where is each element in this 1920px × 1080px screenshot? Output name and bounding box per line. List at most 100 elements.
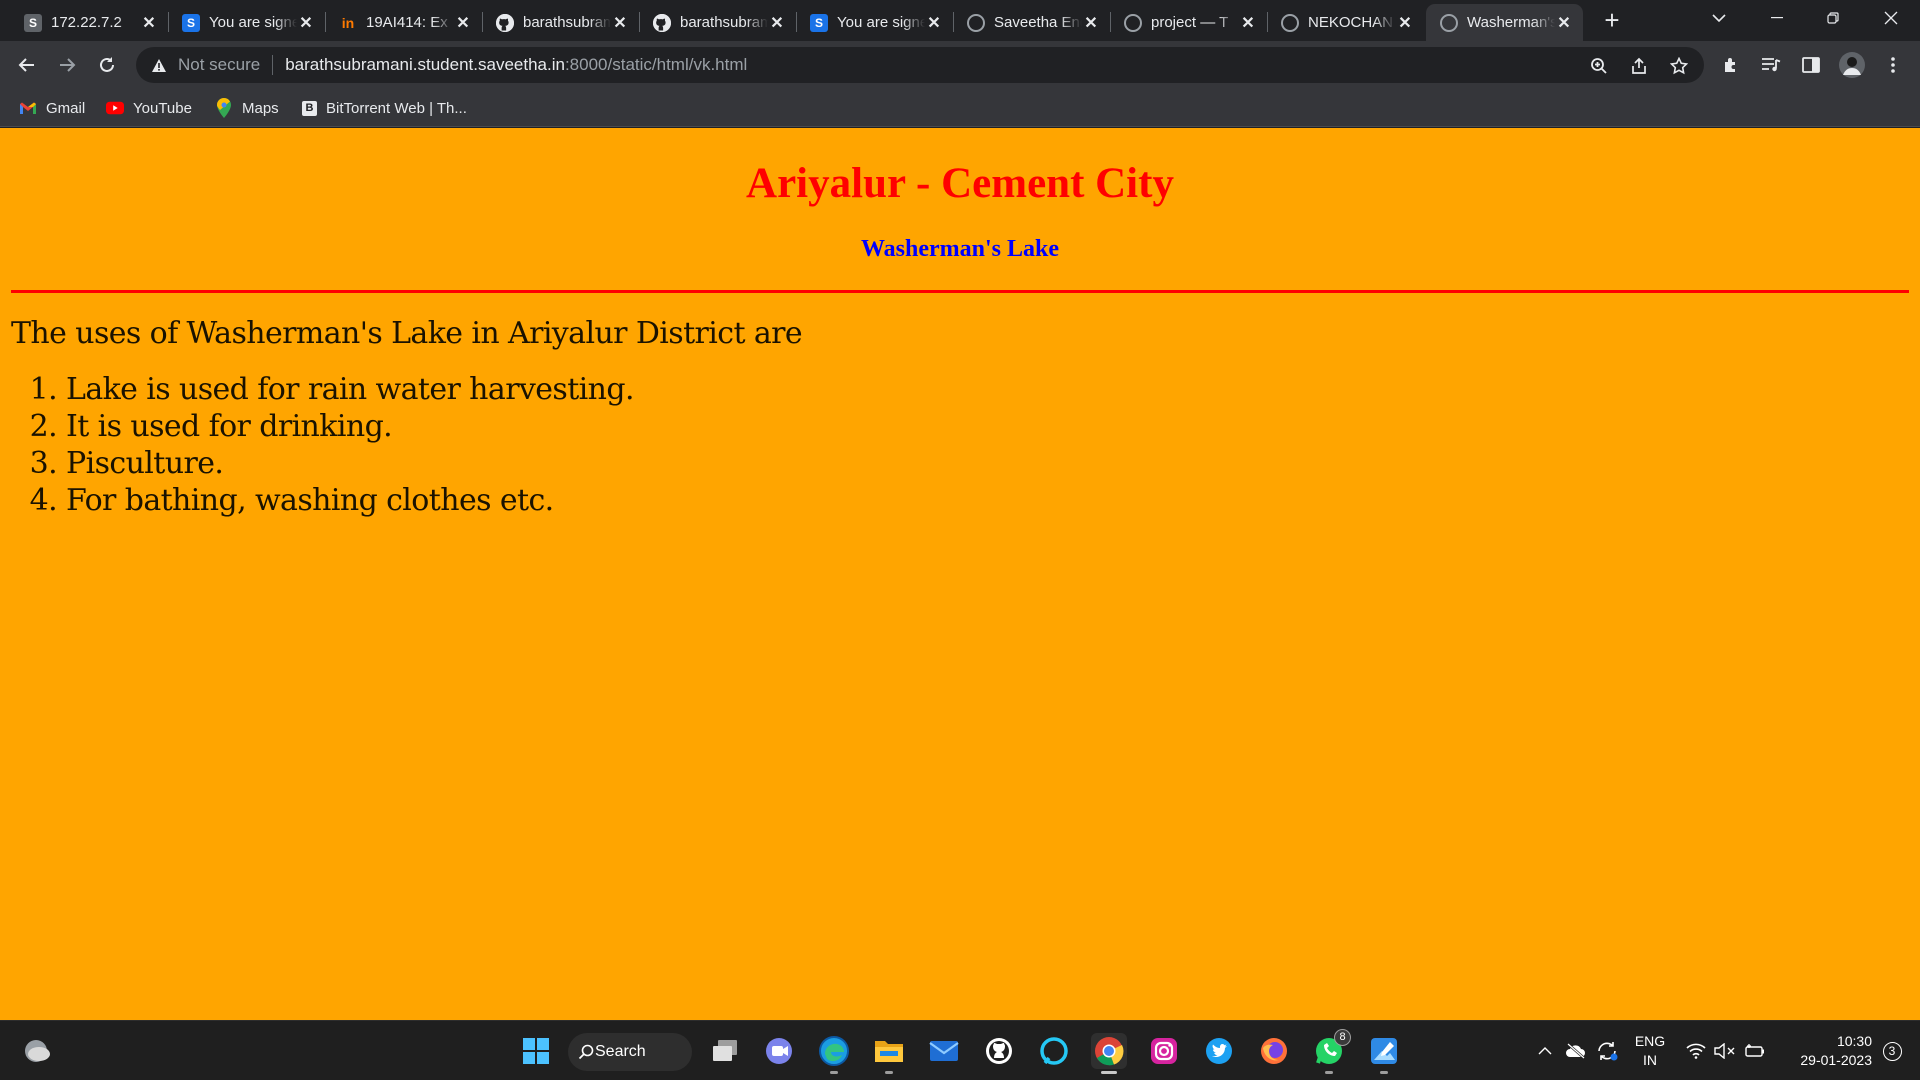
clock[interactable]: 10:30 29-01-2023 <box>1776 1021 1872 1080</box>
globe-icon <box>1124 13 1142 32</box>
reload-button[interactable] <box>91 49 123 81</box>
menu-icon[interactable] <box>1880 52 1906 78</box>
sync-tray[interactable] <box>1594 1021 1620 1080</box>
close-icon[interactable]: ✕ <box>140 13 158 33</box>
github-desktop-app[interactable] <box>981 1033 1017 1069</box>
back-button[interactable] <box>11 49 43 81</box>
start-button[interactable] <box>518 1033 554 1069</box>
battery-charging-icon <box>1745 1044 1764 1057</box>
volume-muted-icon <box>1714 1043 1735 1059</box>
folder-icon <box>875 1041 903 1062</box>
chat-icon <box>766 1038 792 1064</box>
close-icon[interactable]: ✕ <box>1082 13 1100 33</box>
profile-avatar[interactable] <box>1838 51 1866 79</box>
tab[interactable]: project — T ✕ <box>1110 4 1267 41</box>
tab[interactable]: S You are signed in ✕ <box>168 4 325 41</box>
extensions-icon[interactable] <box>1718 52 1744 78</box>
instagram-app[interactable] <box>1146 1033 1182 1069</box>
photos-icon <box>1371 1038 1397 1064</box>
bookmark-youtube[interactable]: YouTube <box>106 97 192 119</box>
tab[interactable]: NEKOCHAN ✕ <box>1267 4 1424 41</box>
gmail-icon <box>19 99 37 117</box>
new-tab-button[interactable]: + <box>1598 6 1626 34</box>
minimize-icon <box>1771 17 1783 19</box>
close-icon[interactable]: ✕ <box>1239 13 1257 33</box>
media-control-icon[interactable] <box>1758 52 1784 78</box>
address-bar[interactable]: Not secure barathsubramani.student.savee… <box>136 47 1704 83</box>
restore-button[interactable] <box>1810 0 1856 36</box>
restore-icon <box>1827 12 1839 24</box>
tab-title: 172.22.7.2 <box>51 14 122 31</box>
battery-tray[interactable] <box>1742 1021 1768 1080</box>
close-icon[interactable]: ✕ <box>454 13 472 33</box>
github-desktop-icon <box>986 1038 1012 1064</box>
mail-app[interactable] <box>926 1033 962 1069</box>
maps-icon <box>215 98 233 118</box>
volume-tray[interactable] <box>1712 1021 1738 1080</box>
tab[interactable]: barathsubramani ✕ <box>482 4 639 41</box>
taskbar: Search 8 ENG IN 10:30 29-01-2023 3 <box>0 1020 1920 1080</box>
uses-list: Lake is used for rain water harvesting. … <box>66 371 1920 519</box>
forward-button[interactable] <box>51 49 83 81</box>
onedrive-tray[interactable] <box>1564 1021 1588 1080</box>
alexa-app[interactable] <box>1036 1033 1072 1069</box>
minimize-button[interactable] <box>1754 0 1800 36</box>
firefox-app[interactable] <box>1256 1033 1292 1069</box>
tab[interactable]: in 19AI414: Ex ✕ <box>325 4 482 41</box>
arrow-left-icon <box>18 58 34 72</box>
task-view-button[interactable] <box>707 1033 743 1069</box>
tab[interactable]: S You are signed in ✕ <box>796 4 953 41</box>
cloud-off-icon <box>1566 1043 1585 1059</box>
list-item: Lake is used for rain water harvesting. <box>66 371 1920 408</box>
tray-overflow-chevron[interactable] <box>1535 1021 1555 1080</box>
close-window-button[interactable] <box>1868 0 1914 36</box>
tab-title: You are signed in <box>837 14 925 31</box>
close-icon[interactable]: ✕ <box>768 13 786 33</box>
tab[interactable]: barathsubramani ✕ <box>639 4 796 41</box>
side-panel-icon[interactable] <box>1798 52 1824 78</box>
tab[interactable]: S 172.22.7.2 ✕ <box>10 4 168 41</box>
tab[interactable]: Saveetha Engineering ✕ <box>953 4 1110 41</box>
warning-icon[interactable] <box>150 56 168 74</box>
page-subtitle: Washerman's Lake <box>860 236 1060 262</box>
close-icon[interactable]: ✕ <box>925 13 943 33</box>
twitter-app[interactable] <box>1201 1033 1237 1069</box>
close-icon[interactable]: ✕ <box>1555 13 1573 33</box>
close-icon[interactable]: ✕ <box>297 13 315 33</box>
weather-widget[interactable] <box>19 1033 55 1069</box>
notification-count: 3 <box>1882 1041 1902 1061</box>
globe-icon <box>1440 13 1458 32</box>
teams-chat-app[interactable] <box>761 1033 797 1069</box>
url-path[interactable]: :8000/static/html/vk.html <box>565 55 747 75</box>
star-icon[interactable] <box>1668 55 1690 77</box>
bookmark-maps[interactable]: Maps <box>215 97 279 119</box>
clock-time: 10:30 <box>1836 1033 1872 1049</box>
tab-title: 19AI414: Ex <box>366 14 448 31</box>
edge-app[interactable] <box>816 1033 852 1074</box>
list-item: For bathing, washing clothes etc. <box>66 482 1920 519</box>
tab-title: barathsubramani <box>680 14 768 31</box>
url-host[interactable]: barathsubramani.student.saveetha.in <box>285 55 565 75</box>
windows-icon <box>523 1038 549 1064</box>
zoom-icon[interactable] <box>1588 55 1610 77</box>
close-icon[interactable]: ✕ <box>1396 13 1414 33</box>
taskbar-search[interactable]: Search <box>568 1033 692 1071</box>
security-label[interactable]: Not secure <box>178 55 260 75</box>
close-icon[interactable]: ✕ <box>611 13 629 33</box>
browser-toolbar: Not secure barathsubramani.student.savee… <box>0 41 1920 89</box>
photos-app[interactable] <box>1366 1033 1402 1074</box>
share-icon[interactable] <box>1628 55 1650 77</box>
chrome-app[interactable] <box>1091 1033 1127 1074</box>
wifi-tray[interactable] <box>1684 1021 1708 1080</box>
bookmark-bittorrent[interactable]: B BitTorrent Web | Th... <box>302 97 467 119</box>
globe-icon <box>1281 13 1299 32</box>
file-explorer-app[interactable] <box>871 1033 907 1074</box>
tab-active[interactable]: Washerman's Lake ✕ <box>1426 4 1583 41</box>
arrow-right-icon <box>60 58 76 72</box>
notification-center[interactable]: 3 <box>1878 1021 1906 1080</box>
bookmark-gmail[interactable]: Gmail <box>19 97 85 119</box>
tab-search-button[interactable] <box>1696 0 1742 36</box>
language-indicator[interactable]: ENG IN <box>1630 1021 1670 1080</box>
whatsapp-app[interactable]: 8 <box>1311 1029 1351 1074</box>
s-icon: S <box>810 13 828 32</box>
